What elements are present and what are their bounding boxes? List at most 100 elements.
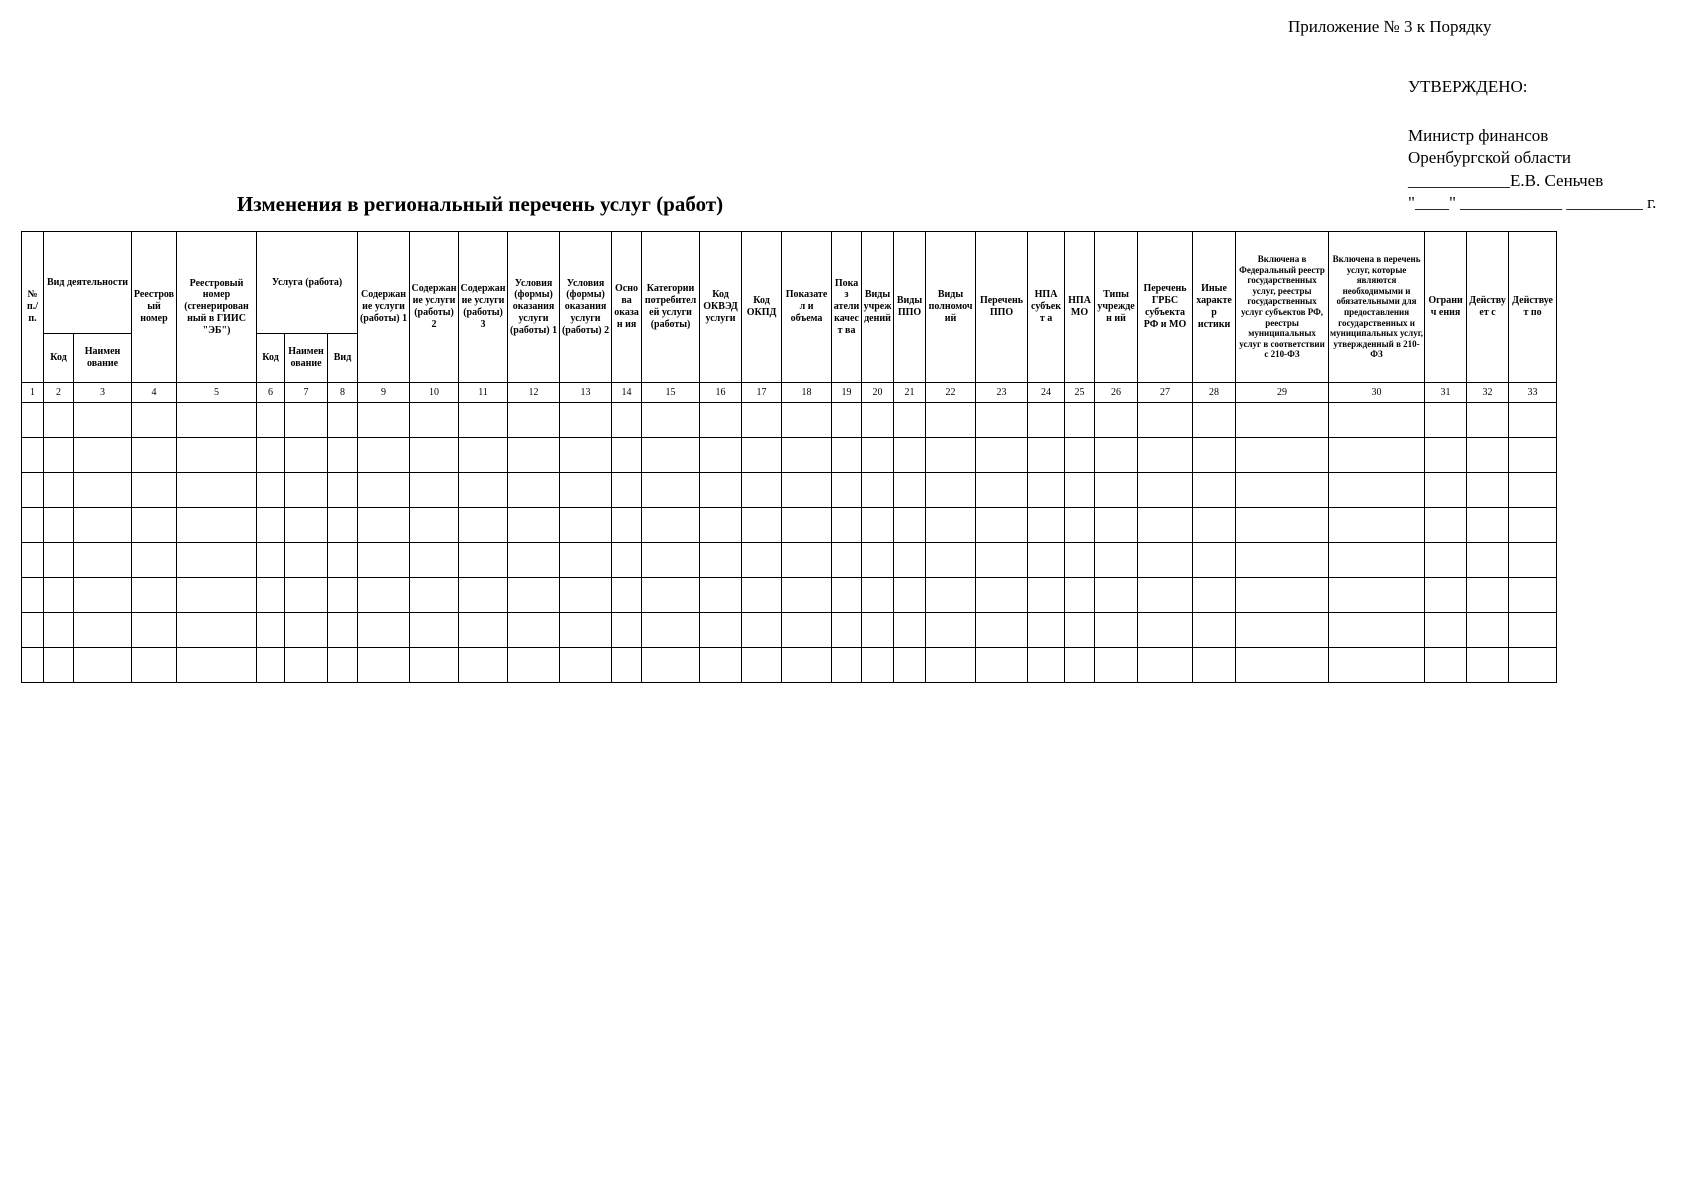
cell-col-4[interactable]	[131, 507, 177, 543]
cell-col-26[interactable]	[1094, 472, 1139, 508]
cell-col-10[interactable]	[409, 437, 460, 473]
cell-col-10[interactable]	[409, 507, 460, 543]
cell-col-5[interactable]	[176, 402, 257, 438]
cell-col-21[interactable]	[893, 507, 927, 543]
cell-col-12[interactable]	[507, 577, 561, 613]
cell-col-25[interactable]	[1064, 402, 1096, 438]
cell-col-9[interactable]	[357, 647, 411, 683]
cell-col-8[interactable]	[326, 472, 359, 508]
cell-col-13[interactable]	[559, 507, 613, 543]
cell-col-21[interactable]	[893, 577, 927, 613]
cell-col-33[interactable]	[1508, 507, 1558, 543]
cell-col-26[interactable]	[1094, 577, 1139, 613]
cell-col-10[interactable]	[409, 472, 460, 508]
cell-col-20[interactable]	[861, 472, 895, 508]
cell-col-3[interactable]	[73, 577, 132, 613]
cell-col-6[interactable]	[256, 612, 285, 648]
cell-col-8[interactable]	[326, 577, 359, 613]
cell-col-5[interactable]	[176, 577, 257, 613]
cell-col-9[interactable]	[357, 542, 411, 578]
cell-col-7[interactable]	[284, 577, 328, 613]
cell-col-17[interactable]	[741, 647, 783, 683]
cell-col-27[interactable]	[1137, 577, 1194, 613]
cell-col-32[interactable]	[1466, 507, 1510, 543]
cell-col-22[interactable]	[925, 647, 977, 683]
cell-col-30[interactable]	[1328, 647, 1426, 683]
cell-col-27[interactable]	[1137, 437, 1194, 473]
cell-col-14[interactable]	[611, 472, 643, 508]
cell-col-6[interactable]	[256, 577, 285, 613]
cell-col-33[interactable]	[1508, 437, 1558, 473]
cell-col-25[interactable]	[1064, 472, 1096, 508]
cell-col-30[interactable]	[1328, 542, 1426, 578]
cell-col-31[interactable]	[1424, 402, 1468, 438]
cell-col-27[interactable]	[1137, 402, 1194, 438]
cell-col-6[interactable]	[256, 402, 285, 438]
cell-col-14[interactable]	[611, 577, 643, 613]
cell-col-6[interactable]	[256, 647, 285, 683]
cell-col-3[interactable]	[73, 612, 132, 648]
table-row[interactable]	[21, 402, 1558, 438]
cell-col-33[interactable]	[1508, 542, 1558, 578]
cell-col-15[interactable]	[641, 647, 701, 683]
cell-col-31[interactable]	[1424, 612, 1468, 648]
table-row[interactable]	[21, 542, 1558, 578]
cell-col-7[interactable]	[284, 647, 328, 683]
cell-col-8[interactable]	[326, 542, 359, 578]
cell-col-12[interactable]	[507, 542, 561, 578]
cell-col-17[interactable]	[741, 507, 783, 543]
cell-col-21[interactable]	[893, 472, 927, 508]
cell-col-29[interactable]	[1235, 577, 1330, 613]
cell-col-10[interactable]	[409, 402, 460, 438]
cell-col-20[interactable]	[861, 402, 895, 438]
cell-col-17[interactable]	[741, 542, 783, 578]
cell-col-17[interactable]	[741, 577, 783, 613]
cell-col-19[interactable]	[831, 612, 863, 648]
cell-col-14[interactable]	[611, 437, 643, 473]
cell-col-33[interactable]	[1508, 647, 1558, 683]
cell-col-5[interactable]	[176, 507, 257, 543]
cell-col-30[interactable]	[1328, 577, 1426, 613]
cell-col-28[interactable]	[1192, 647, 1237, 683]
cell-col-3[interactable]	[73, 437, 132, 473]
cell-col-6[interactable]	[256, 542, 285, 578]
cell-col-32[interactable]	[1466, 612, 1510, 648]
cell-col-18[interactable]	[781, 612, 833, 648]
cell-col-26[interactable]	[1094, 612, 1139, 648]
cell-col-11[interactable]	[458, 577, 509, 613]
cell-col-22[interactable]	[925, 402, 977, 438]
cell-col-32[interactable]	[1466, 542, 1510, 578]
cell-col-13[interactable]	[559, 577, 613, 613]
cell-col-14[interactable]	[611, 612, 643, 648]
cell-col-19[interactable]	[831, 402, 863, 438]
cell-col-27[interactable]	[1137, 647, 1194, 683]
cell-col-20[interactable]	[861, 612, 895, 648]
cell-col-1[interactable]	[21, 542, 44, 578]
cell-col-25[interactable]	[1064, 542, 1096, 578]
cell-col-20[interactable]	[861, 507, 895, 543]
cell-col-28[interactable]	[1192, 437, 1237, 473]
cell-col-32[interactable]	[1466, 577, 1510, 613]
cell-col-9[interactable]	[357, 402, 411, 438]
cell-col-24[interactable]	[1027, 577, 1066, 613]
cell-col-22[interactable]	[925, 542, 977, 578]
cell-col-24[interactable]	[1027, 472, 1066, 508]
cell-col-24[interactable]	[1027, 437, 1066, 473]
cell-col-11[interactable]	[458, 437, 509, 473]
cell-col-29[interactable]	[1235, 542, 1330, 578]
cell-col-33[interactable]	[1508, 472, 1558, 508]
cell-col-5[interactable]	[176, 472, 257, 508]
cell-col-23[interactable]	[975, 542, 1029, 578]
table-row[interactable]	[21, 507, 1558, 543]
cell-col-32[interactable]	[1466, 647, 1510, 683]
cell-col-20[interactable]	[861, 437, 895, 473]
cell-col-29[interactable]	[1235, 437, 1330, 473]
cell-col-13[interactable]	[559, 542, 613, 578]
cell-col-26[interactable]	[1094, 542, 1139, 578]
cell-col-2[interactable]	[43, 612, 74, 648]
cell-col-7[interactable]	[284, 507, 328, 543]
cell-col-15[interactable]	[641, 507, 701, 543]
table-row[interactable]	[21, 612, 1558, 648]
cell-col-9[interactable]	[357, 437, 411, 473]
cell-col-15[interactable]	[641, 577, 701, 613]
